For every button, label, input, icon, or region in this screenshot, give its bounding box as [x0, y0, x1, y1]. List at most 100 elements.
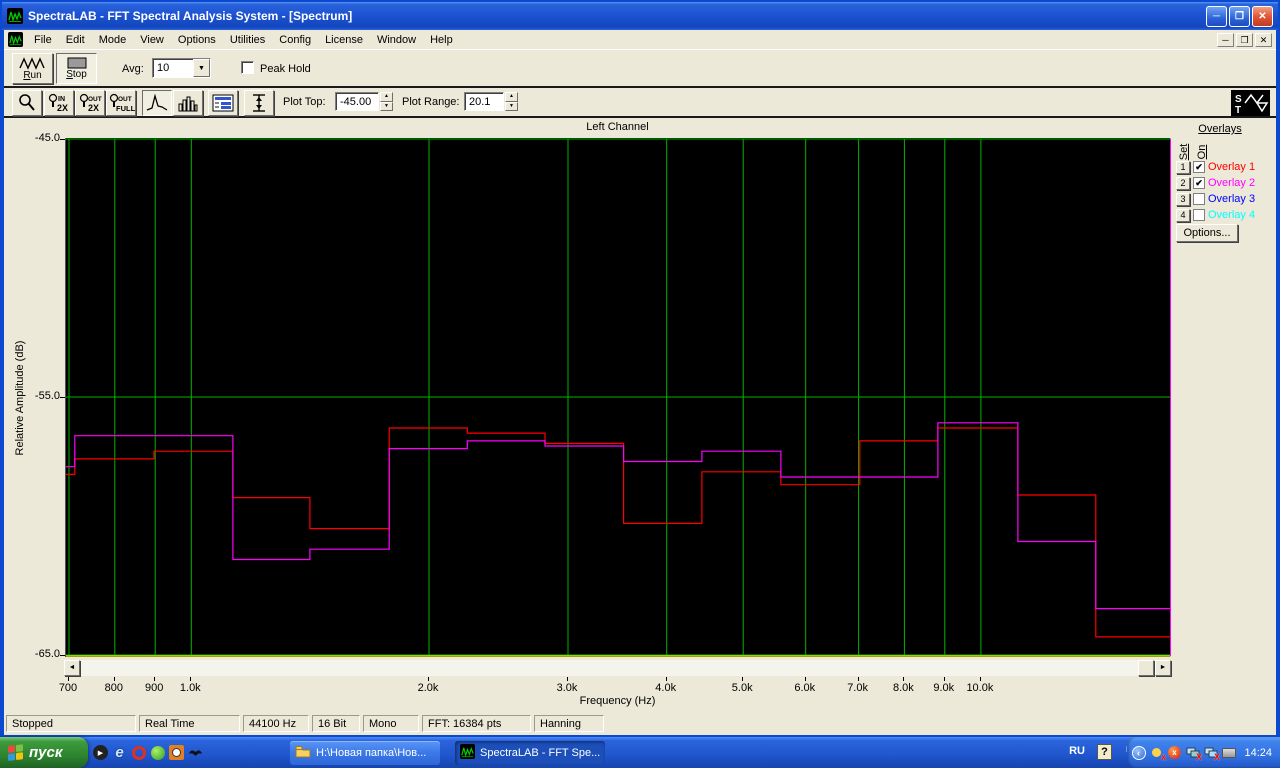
overlay-checkbox-1[interactable]: ✔ [1193, 161, 1205, 173]
bar-chart-icon [178, 96, 198, 112]
bat-icon[interactable] [187, 744, 204, 761]
overlay-set-button-4[interactable]: 4 [1176, 208, 1190, 222]
overlay-label-4: Overlay 4 [1208, 209, 1256, 221]
mdi-child-icon [8, 32, 23, 47]
ytick-label: -45.0 [34, 132, 60, 144]
plot-range-input[interactable]: 20.1 [464, 92, 504, 111]
zoom-select-button[interactable] [12, 90, 42, 116]
chevron-left-icon[interactable]: ‹ [1131, 745, 1146, 760]
zoom-full-icon: OUT FULL [109, 93, 135, 113]
bar-view-button[interactable] [173, 90, 203, 116]
opera-tray-icon[interactable]: x [1167, 745, 1182, 760]
avg-dropdown[interactable]: 10 ▼ [152, 58, 211, 78]
network-offline-icon[interactable]: X [1185, 745, 1202, 762]
xtick-mark-icon [979, 677, 981, 681]
mdi-close-button[interactable]: ✕ [1255, 32, 1272, 47]
clock[interactable]: 14:24 [1244, 747, 1272, 759]
close-button[interactable]: ✕ [1252, 5, 1273, 27]
xtick-mark-icon [190, 677, 192, 681]
start-button[interactable]: пуск [0, 737, 88, 768]
plot-range-spinner[interactable]: ▲ ▼ [505, 92, 518, 111]
plot-top-spinner[interactable]: ▲ ▼ [380, 92, 393, 111]
app-icon [7, 8, 23, 24]
scroll-right-button[interactable]: ► [1155, 660, 1171, 676]
plot-top-label: Plot Top: [283, 96, 326, 108]
overlay-label-3: Overlay 3 [1208, 193, 1256, 205]
menu-file[interactable]: File [27, 32, 59, 48]
menu-utilities[interactable]: Utilities [223, 32, 272, 48]
menu-view[interactable]: View [133, 32, 171, 48]
mdi-minimize-button[interactable]: ─ [1217, 32, 1234, 47]
media-player-icon[interactable]: ▶ [92, 744, 109, 761]
trace-overlay-1 [66, 427, 1171, 638]
scrollbar-thumb[interactable] [1138, 660, 1154, 676]
scroll-left-button[interactable]: ◄ [64, 660, 80, 676]
overlay-row: 1 ✔ Overlay 1 [1176, 159, 1255, 175]
clock-icon[interactable] [168, 744, 185, 761]
xtick-label: 2.0k [417, 682, 439, 694]
xtick-mark-icon [742, 677, 744, 681]
menu-window[interactable]: Window [370, 32, 423, 48]
status-cell-2: Real Time [139, 715, 240, 732]
x-axis-label: Frequency (Hz) [579, 695, 656, 707]
minimize-button[interactable]: ─ [1206, 5, 1227, 27]
plot-top-input[interactable]: -45.00 [335, 92, 379, 111]
maximize-button[interactable]: ❐ [1229, 5, 1250, 27]
window-title: SpectraLAB - FFT Spectral Analysis Syste… [28, 9, 353, 23]
overlay-checkbox-2[interactable]: ✔ [1193, 177, 1205, 189]
svg-text:FULL: FULL [116, 104, 135, 113]
language-indicator[interactable]: RU [1069, 745, 1085, 757]
menu-edit[interactable]: Edit [59, 32, 92, 48]
display-options-button[interactable] [208, 90, 238, 116]
overlay-checkbox-4[interactable] [1193, 209, 1205, 221]
overlay-set-button-2[interactable]: 2 [1176, 176, 1190, 190]
taskbar: пуск ▶ e H:\Новая папка\Нов... SpectraLAB… [0, 737, 1280, 768]
menu-help[interactable]: Help [423, 32, 460, 48]
overlay-checkbox-3[interactable] [1193, 193, 1205, 205]
volume-muted-icon[interactable]: x [1149, 745, 1166, 762]
menu-config[interactable]: Config [272, 32, 318, 48]
zoom-toolbar: IN 2X OUT 2X OUT FULL Plot Top: -45.00 ▲… [4, 88, 1276, 118]
zoom-in-2x-button[interactable]: IN 2X [44, 90, 74, 116]
folder-icon [295, 745, 311, 761]
opera-icon[interactable] [130, 744, 147, 761]
start-label: пуск [29, 744, 63, 761]
ie-icon[interactable]: e [111, 744, 128, 761]
svg-text:OUT: OUT [88, 96, 102, 103]
svg-text:T: T [1235, 105, 1241, 116]
signal-generator-icon[interactable]: S T [1231, 90, 1270, 116]
zoom-out-full-button[interactable]: OUT FULL [106, 90, 136, 116]
spectrum-plot[interactable] [65, 138, 1172, 657]
mdi-restore-button[interactable]: ❐ [1236, 32, 1253, 47]
overlay-options-button[interactable]: Options... [1176, 224, 1238, 242]
task-button-1[interactable]: H:\Новая папка\Нов... [290, 741, 440, 765]
keyboard-help-icon[interactable]: ? [1097, 744, 1112, 760]
magnifier-icon [19, 94, 35, 111]
zoom-in-icon: IN 2X [48, 93, 68, 113]
menu-options[interactable]: Options [171, 32, 223, 48]
horizontal-scrollbar[interactable]: ◄ ► [64, 660, 1171, 676]
dropdown-arrow-icon[interactable]: ▼ [193, 59, 210, 77]
xtick-label: 3.0k [556, 682, 578, 694]
overlay-set-button-3[interactable]: 3 [1176, 192, 1190, 206]
devices-icon[interactable] [1221, 745, 1236, 760]
options-dialog-icon [212, 94, 234, 112]
overlay-set-button-1[interactable]: 1 [1176, 160, 1190, 174]
stop-rect-icon [67, 57, 86, 69]
menu-mode[interactable]: Mode [92, 32, 134, 48]
spectrum-view-button[interactable] [142, 90, 172, 116]
peak-hold-checkbox[interactable] [241, 61, 254, 74]
stop-label: top [72, 69, 87, 80]
sine-wave-icon [18, 56, 45, 70]
xtick-label: 9.0k [933, 682, 955, 694]
messenger-icon[interactable] [149, 744, 166, 761]
zoom-out-2x-button[interactable]: OUT 2X [75, 90, 105, 116]
stop-button[interactable]: Stop [56, 53, 97, 84]
xtick-mark-icon [804, 677, 806, 681]
svg-text:2X: 2X [88, 103, 99, 113]
amplitude-scale-button[interactable] [244, 90, 274, 116]
run-button[interactable]: Run [12, 53, 53, 84]
menu-license[interactable]: License [318, 32, 370, 48]
network-offline2-icon[interactable]: X [1203, 745, 1220, 762]
task-button-2[interactable]: SpectraLAB - FFT Spe... [455, 741, 605, 765]
